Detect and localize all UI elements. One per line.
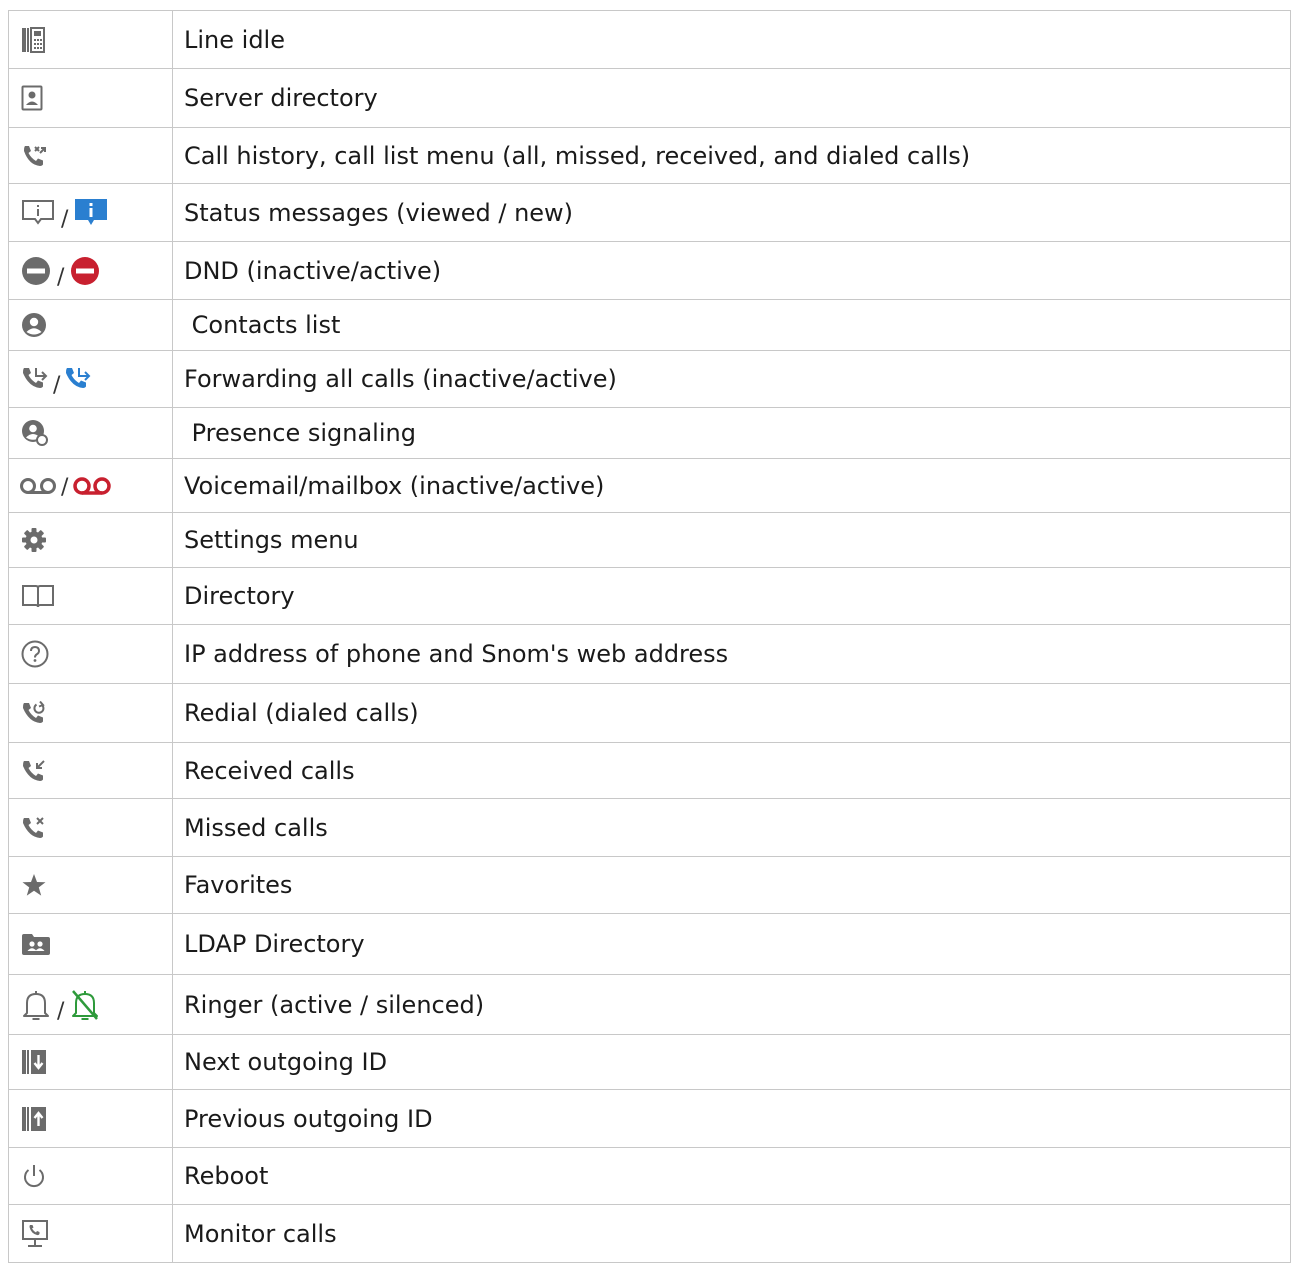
- separator: /: [53, 372, 61, 398]
- table-row: / DND (inactive/active): [8, 241, 1291, 300]
- row-label: Presence signaling: [172, 407, 1291, 459]
- row-label: Directory: [172, 567, 1291, 625]
- separator: /: [61, 207, 69, 232]
- table-row: Line idle: [8, 10, 1291, 69]
- next-outgoing-id-icon: [22, 1050, 46, 1074]
- redial-icon: [23, 700, 45, 723]
- row-label: Status messages (viewed / new): [172, 183, 1291, 242]
- presence-icon: [22, 420, 48, 446]
- table-row: Received calls: [8, 742, 1291, 799]
- settings-icon: [22, 528, 46, 552]
- line-idle-icon: [22, 26, 45, 53]
- table-row: Reboot: [8, 1147, 1291, 1205]
- table-row: / Voicemail/mailbox (inactive/active): [8, 458, 1291, 513]
- row-label: DND (inactive/active): [172, 241, 1291, 300]
- row-label: IP address of phone and Snom's web addre…: [172, 624, 1291, 684]
- table-row: Contacts list: [8, 299, 1291, 351]
- server-directory-icon: [21, 85, 43, 111]
- row-label: Contacts list: [172, 299, 1291, 351]
- table-row: Settings menu: [8, 512, 1291, 568]
- status-viewed-icon: [22, 199, 54, 225]
- received-calls-icon: [23, 759, 45, 781]
- directory-book-icon: [22, 585, 54, 608]
- table-row: Presence signaling: [8, 407, 1291, 459]
- table-row: Directory: [8, 567, 1291, 625]
- row-label: Reboot: [172, 1147, 1291, 1205]
- monitor-calls-icon: [22, 1219, 48, 1247]
- call-history-icon: [24, 145, 46, 166]
- table-row: Call history, call list menu (all, misse…: [8, 127, 1291, 184]
- forward-inactive-icon: [23, 368, 48, 388]
- dnd-inactive-icon: [22, 256, 50, 285]
- voicemail-active-icon: [73, 476, 112, 495]
- bell-silenced-icon: [72, 989, 99, 1020]
- previous-outgoing-id-icon: [22, 1106, 46, 1131]
- row-label: Redial (dialed calls): [172, 683, 1291, 743]
- table-row: / Ringer (active / silenced): [8, 974, 1291, 1035]
- row-label: Previous outgoing ID: [172, 1089, 1291, 1148]
- table-row: Redial (dialed calls): [8, 683, 1291, 743]
- ldap-directory-icon: [22, 934, 50, 955]
- table-row: LDAP Directory: [8, 913, 1291, 975]
- table-row: / Status messages (viewed / new): [8, 183, 1291, 242]
- dnd-active-icon: [71, 256, 100, 285]
- contacts-icon: [22, 313, 46, 337]
- row-label: Server directory: [172, 68, 1291, 128]
- icon-legend-table: Line idle Server directory Call history,…: [8, 10, 1291, 1263]
- row-label: Line idle: [172, 10, 1291, 69]
- table-row: Previous outgoing ID: [8, 1089, 1291, 1148]
- row-label: Ringer (active / silenced): [172, 974, 1291, 1035]
- table-row: Next outgoing ID: [8, 1034, 1291, 1090]
- missed-calls-icon: [23, 816, 44, 838]
- table-row: Server directory: [8, 68, 1291, 128]
- table-row: Monitor calls: [8, 1204, 1291, 1263]
- row-label: Voicemail/mailbox (inactive/active): [172, 458, 1291, 513]
- table-row: Missed calls: [8, 798, 1291, 857]
- row-label: Call history, call list menu (all, misse…: [172, 127, 1291, 184]
- voicemail-inactive-icon: [20, 477, 56, 494]
- star-icon: [22, 874, 46, 896]
- row-label: Missed calls: [172, 798, 1291, 857]
- table-row: Favorites: [8, 856, 1291, 914]
- row-label: Forwarding all calls (inactive/active): [172, 350, 1291, 408]
- row-label: LDAP Directory: [172, 913, 1291, 975]
- separator: /: [57, 265, 65, 290]
- question-icon: [21, 640, 49, 668]
- row-label: Monitor calls: [172, 1204, 1291, 1263]
- separator: /: [61, 475, 69, 500]
- forward-active-icon: [66, 368, 91, 388]
- row-label: Favorites: [172, 856, 1291, 914]
- bell-icon: [23, 990, 49, 1020]
- power-icon: [24, 1165, 44, 1188]
- row-label: Received calls: [172, 742, 1291, 799]
- row-label: Next outgoing ID: [172, 1034, 1291, 1090]
- table-row: / Forwarding all calls (inactive/active): [8, 350, 1291, 408]
- separator: /: [57, 999, 65, 1024]
- status-new-icon: [75, 198, 108, 225]
- row-label: Settings menu: [172, 512, 1291, 568]
- table-row: IP address of phone and Snom's web addre…: [8, 624, 1291, 684]
